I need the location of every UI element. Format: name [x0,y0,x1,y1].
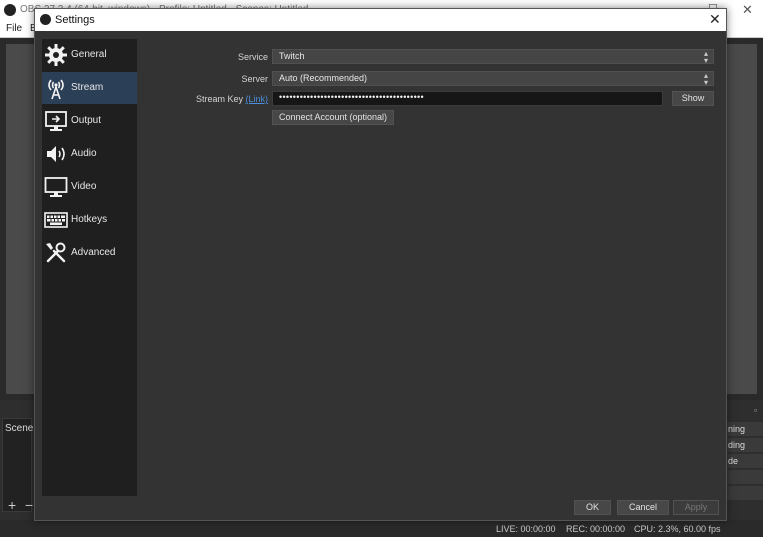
sidebar-item-label: Output [71,115,102,126]
ok-button[interactable]: OK [574,500,611,515]
service-label: Service [237,52,268,62]
service-value: Twitch [279,51,305,61]
settings-sidebar: General Stream Output Audio Video Hotkey… [42,39,137,496]
studio-mode-button[interactable]: de [726,454,763,468]
sidebar-item-video[interactable]: Video [42,171,137,203]
server-label: Server [241,74,268,84]
sidebar-item-output[interactable]: Output [42,105,137,137]
antenna-icon [48,79,64,100]
close-icon[interactable]: ✕ [709,11,721,28]
settings-dialog: Settings ✕ General Stream Output Audio V… [34,8,727,521]
gear-icon [45,44,67,66]
sidebar-item-audio[interactable]: Audio [42,138,137,170]
obs-logo-icon [40,14,51,25]
monitor-icon [44,177,68,197]
keyboard-icon [44,212,68,228]
main-close-icon[interactable]: ✕ [742,2,753,18]
tools-icon [46,242,66,263]
connect-account-button[interactable]: Connect Account (optional) [272,110,394,125]
status-cpu: CPU: 2.3%, 60.00 fps [634,524,721,534]
speaker-icon [47,146,65,162]
stream-key-label: Stream Key (Link) [195,94,268,104]
obs-logo-icon [4,4,16,16]
sidebar-item-label: Video [71,181,97,192]
sidebar-item-label: Advanced [71,247,116,258]
output-icon [45,111,67,131]
server-select[interactable]: Auto (Recommended) ▴ ▾ [272,71,714,87]
exit-button[interactable] [726,486,763,500]
menu-file[interactable]: File [6,23,22,34]
spin-arrows-icon: ▴ ▾ [703,49,708,65]
sidebar-item-general[interactable]: General [42,39,137,71]
cancel-button[interactable]: Cancel [617,500,669,515]
add-scene-button[interactable]: + [8,497,16,513]
dock-float-icon[interactable]: ▫ [754,405,757,415]
dialog-title: Settings [55,14,95,26]
apply-button[interactable]: Apply [673,500,719,515]
sidebar-item-advanced[interactable]: Advanced [42,237,137,269]
dialog-titlebar: Settings ✕ [35,9,726,31]
start-streaming-button[interactable]: ning [726,422,763,436]
sidebar-item-label: Stream [71,82,104,93]
sidebar-item-stream[interactable]: Stream [42,72,137,104]
status-rec: REC: 00:00:00 [566,524,626,534]
sidebar-item-label: General [71,49,107,60]
stream-key-input[interactable]: ••••••••••••••••••••••••••••••••••••••••… [272,91,663,106]
server-value: Auto (Recommended) [279,73,368,83]
show-key-button[interactable]: Show [672,91,714,106]
stream-key-text: Stream Key [195,94,243,104]
sidebar-item-label: Hotkeys [71,214,108,225]
stream-key-value: ••••••••••••••••••••••••••••••••••••••••… [279,92,424,102]
sidebar-item-hotkeys[interactable]: Hotkeys [42,204,137,236]
stream-key-link[interactable]: (Link) [245,94,268,104]
settings-button[interactable] [726,470,763,484]
remove-scene-button[interactable]: − [25,497,33,513]
sidebar-item-label: Audio [71,148,97,159]
start-recording-button[interactable]: ding [726,438,763,452]
service-select[interactable]: Twitch ▴ ▾ [272,49,714,65]
spin-arrows-icon: ▴ ▾ [703,71,708,87]
status-live: LIVE: 00:00:00 [496,524,556,534]
scenes-dock-title: Scene [5,423,34,434]
